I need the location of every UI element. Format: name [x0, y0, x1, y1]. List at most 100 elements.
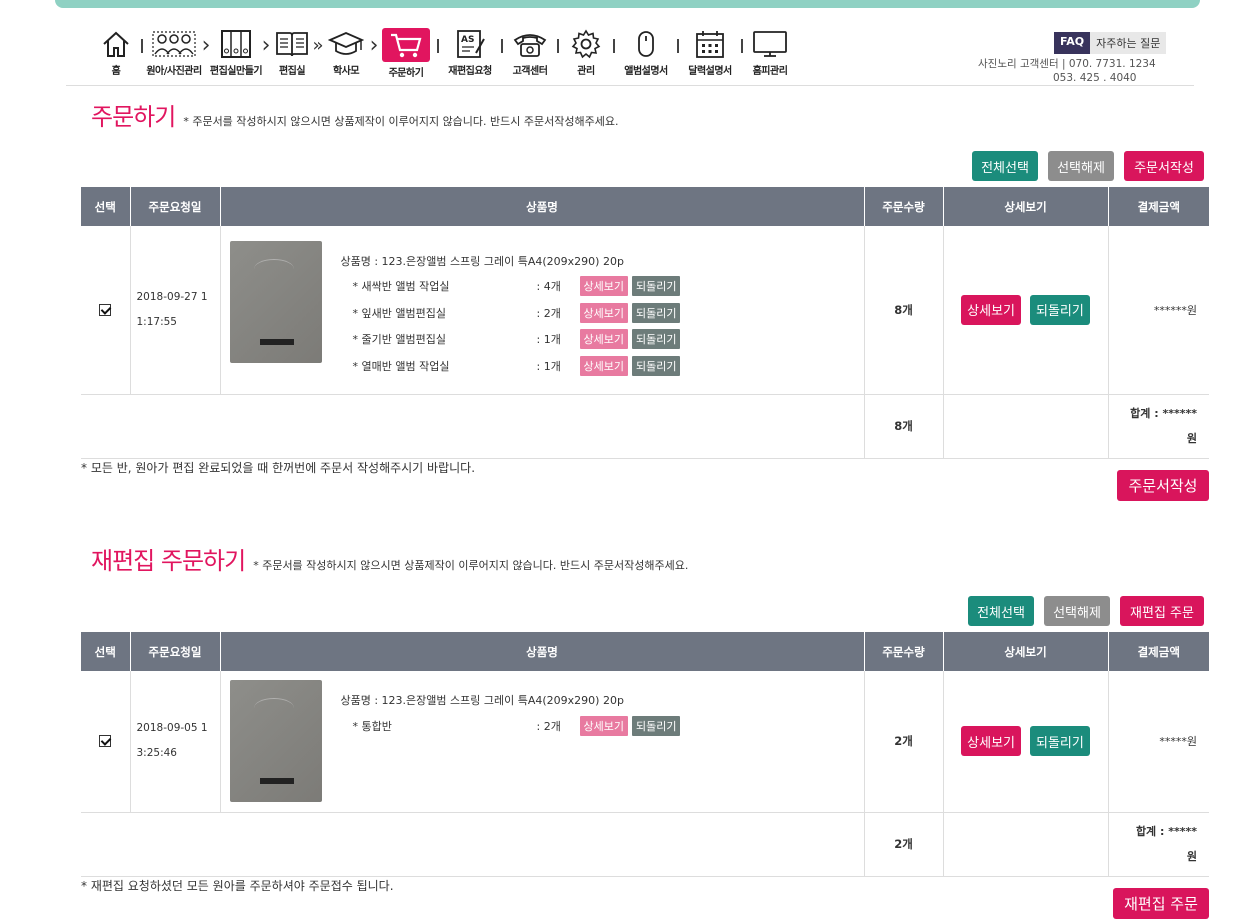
table-header-row: 선택 주문요청일 상품명 주문수량 상세보기 결제금액 [81, 632, 1209, 671]
product-thumbnail [229, 680, 322, 803]
as-document-icon: AS [452, 28, 488, 60]
select-all-button[interactable]: 전체선택 [972, 151, 1038, 181]
mini-detail-button[interactable]: 상세보기 [579, 355, 628, 376]
nav-label: 편집실 [278, 66, 306, 77]
nav-label: 고객센터 [512, 66, 548, 77]
nav-label: 앨범설명서 [624, 66, 668, 77]
mini-revert-button[interactable]: 되돌리기 [631, 329, 681, 349]
nav-album-manual[interactable]: 앨범설명서 [620, 28, 672, 77]
nav-children-photos[interactable]: 원아/사진관리 [146, 28, 202, 77]
list-item: * 줄기반 앨범편집실 : 1개 상세보기 되돌리기 [341, 326, 681, 353]
nav-customer-center[interactable]: 고객센터 [508, 28, 552, 77]
reedit-deselect-button[interactable]: 선택해제 [1044, 596, 1110, 626]
home-icon [98, 28, 134, 60]
mini-revert-button[interactable]: 되돌리기 [631, 276, 681, 296]
nav-homepage-manage[interactable]: 홈피관리 [748, 28, 792, 77]
nav-divider [672, 28, 684, 64]
detail-button[interactable]: 상세보기 [961, 294, 1021, 325]
col-detail: 상세보기 [943, 632, 1109, 671]
order-note: * 주문서를 작성하시지 않으시면 상품제작이 이루어지지 않습니다. 반드시 … [183, 115, 619, 128]
mini-revert-button[interactable]: 되돌리기 [631, 355, 681, 376]
nav-arrow [312, 28, 324, 64]
col-price: 결제금액 [1108, 187, 1209, 226]
deselect-button[interactable]: 선택해제 [1048, 151, 1114, 181]
row-checkbox[interactable] [99, 303, 112, 316]
nav-arrow [368, 28, 380, 64]
sum-qty: 2개 [864, 812, 944, 877]
order-price: ******원 [1108, 226, 1209, 395]
customer-center-line1: 사진노리 고객센터 | 070. 7731. 1234 [978, 58, 1156, 70]
summary-row: 8개 합계 : ****** 원 [81, 394, 1209, 459]
mini-revert-button[interactable]: 되돌리기 [631, 302, 681, 323]
reedit-section-title: 재편집 주문하기 * 주문서를 작성하시지 않으시면 상품제작이 이루어지지 않… [91, 541, 688, 576]
nav-editroom[interactable]: 편집실 [272, 28, 312, 77]
nav-divider [432, 28, 444, 64]
nav-label: 달력설명서 [688, 66, 732, 77]
sum-line1: 합계 : ***** [1135, 825, 1197, 838]
nav-label: 홈 [111, 66, 121, 77]
detail-button[interactable]: 상세보기 [961, 726, 1021, 757]
product-name: 상품명 : 123.은장앨범 스프링 그레이 특A4(209x290) 20p [340, 694, 624, 708]
svg-text:AS: AS [461, 35, 474, 45]
header-divider [66, 85, 1194, 86]
customer-center-info: 사진노리 고객센터 | 070. 7731. 1234 053. 425 . 4… [978, 57, 1156, 85]
write-order-button[interactable]: 주문서작성 [1124, 151, 1204, 181]
date-line2: 1:17:55 [136, 315, 177, 328]
mini-detail-button[interactable]: 상세보기 [579, 715, 628, 736]
graduation-cap-icon [328, 28, 364, 60]
nav-label: 홈피관리 [752, 66, 788, 77]
reedit-order-bottom-button[interactable]: 재편집 주문 [1113, 888, 1209, 919]
class-name: * 새싹반 앨범 작업실 [352, 280, 450, 293]
binder-icon [218, 28, 254, 60]
nav-reedit-request[interactable]: AS 재편집요청 [444, 28, 496, 77]
nav-label: 편집실만들기 [209, 66, 263, 77]
reedit-table: 선택 주문요청일 상품명 주문수량 상세보기 결제금액 2018-09-05 1… [81, 632, 1209, 877]
top-banner [55, 0, 1200, 8]
mini-detail-button[interactable]: 상세보기 [579, 329, 628, 349]
cart-icon [382, 28, 430, 62]
reedit-select-all-button[interactable]: 전체선택 [968, 596, 1034, 626]
mini-revert-button[interactable]: 되돌리기 [631, 715, 681, 736]
col-product: 상품명 [220, 187, 865, 226]
nav-make-editroom[interactable]: 편집실만들기 [209, 28, 263, 77]
sum-qty: 8개 [864, 394, 944, 459]
nav-divider [736, 28, 748, 64]
col-product: 상품명 [220, 632, 865, 671]
reedit-order-button[interactable]: 재편집 주문 [1120, 596, 1204, 626]
order-price: *****원 [1108, 671, 1209, 813]
revert-button[interactable]: 되돌리기 [1030, 294, 1090, 325]
order-qty: 2개 [864, 671, 944, 813]
nav-order[interactable]: 주문하기 [380, 28, 432, 79]
reedit-footer-note: * 재편집 요청하셨던 모든 원아를 주문하셔야 주문접수 됩니다. [81, 879, 394, 893]
class-qty: : 2개 [536, 306, 561, 320]
list-item: * 통합반 : 2개 상세보기 되돌리기 [341, 712, 681, 739]
nav-label: 원아/사진관리 [146, 66, 202, 77]
revert-button[interactable]: 되돌리기 [1030, 726, 1090, 757]
nav-calendar-manual[interactable]: 달력설명서 [684, 28, 736, 77]
nav-home[interactable]: 홈 [96, 28, 136, 77]
order-date: 2018-09-27 1 1:17:55 [130, 226, 221, 395]
faq-link[interactable]: FAQ 자주하는 질문 [1054, 32, 1167, 54]
calendar-icon [692, 28, 728, 60]
nav-divider [608, 28, 620, 64]
monitor-icon [752, 28, 788, 60]
mini-detail-button[interactable]: 상세보기 [579, 276, 628, 296]
order-qty: 8개 [864, 226, 944, 395]
sum-line1: 합계 : ****** [1130, 407, 1197, 420]
sum-line2: 원 [1186, 432, 1197, 445]
mini-detail-button[interactable]: 상세보기 [579, 302, 628, 323]
write-order-bottom-button[interactable]: 주문서작성 [1117, 470, 1209, 501]
nav-label: 관리 [577, 66, 595, 77]
nav-manage[interactable]: 관리 [564, 28, 608, 77]
sum-total: 합계 : ***** 원 [1108, 812, 1209, 877]
nav-graduation[interactable]: 학사모 [324, 28, 368, 77]
product-name: 상품명 : 123.은장앨범 스프링 그레이 특A4(209x290) 20p [340, 254, 624, 268]
row-checkbox[interactable] [99, 735, 112, 748]
class-name: * 잎새반 앨범편집실 [352, 306, 446, 320]
reedit-note: * 주문서를 작성하시지 않으시면 상품제작이 이루어지지 않습니다. 반드시 … [253, 559, 689, 572]
date-line2: 3:25:46 [136, 747, 177, 760]
page-title: 주문하기 [91, 103, 176, 131]
order-table: 선택 주문요청일 상품명 주문수량 상세보기 결제금액 2018-09-27 1… [81, 187, 1209, 459]
class-qty: : 1개 [536, 333, 561, 346]
customer-center-line2: 053. 425 . 4040 [1053, 72, 1137, 84]
